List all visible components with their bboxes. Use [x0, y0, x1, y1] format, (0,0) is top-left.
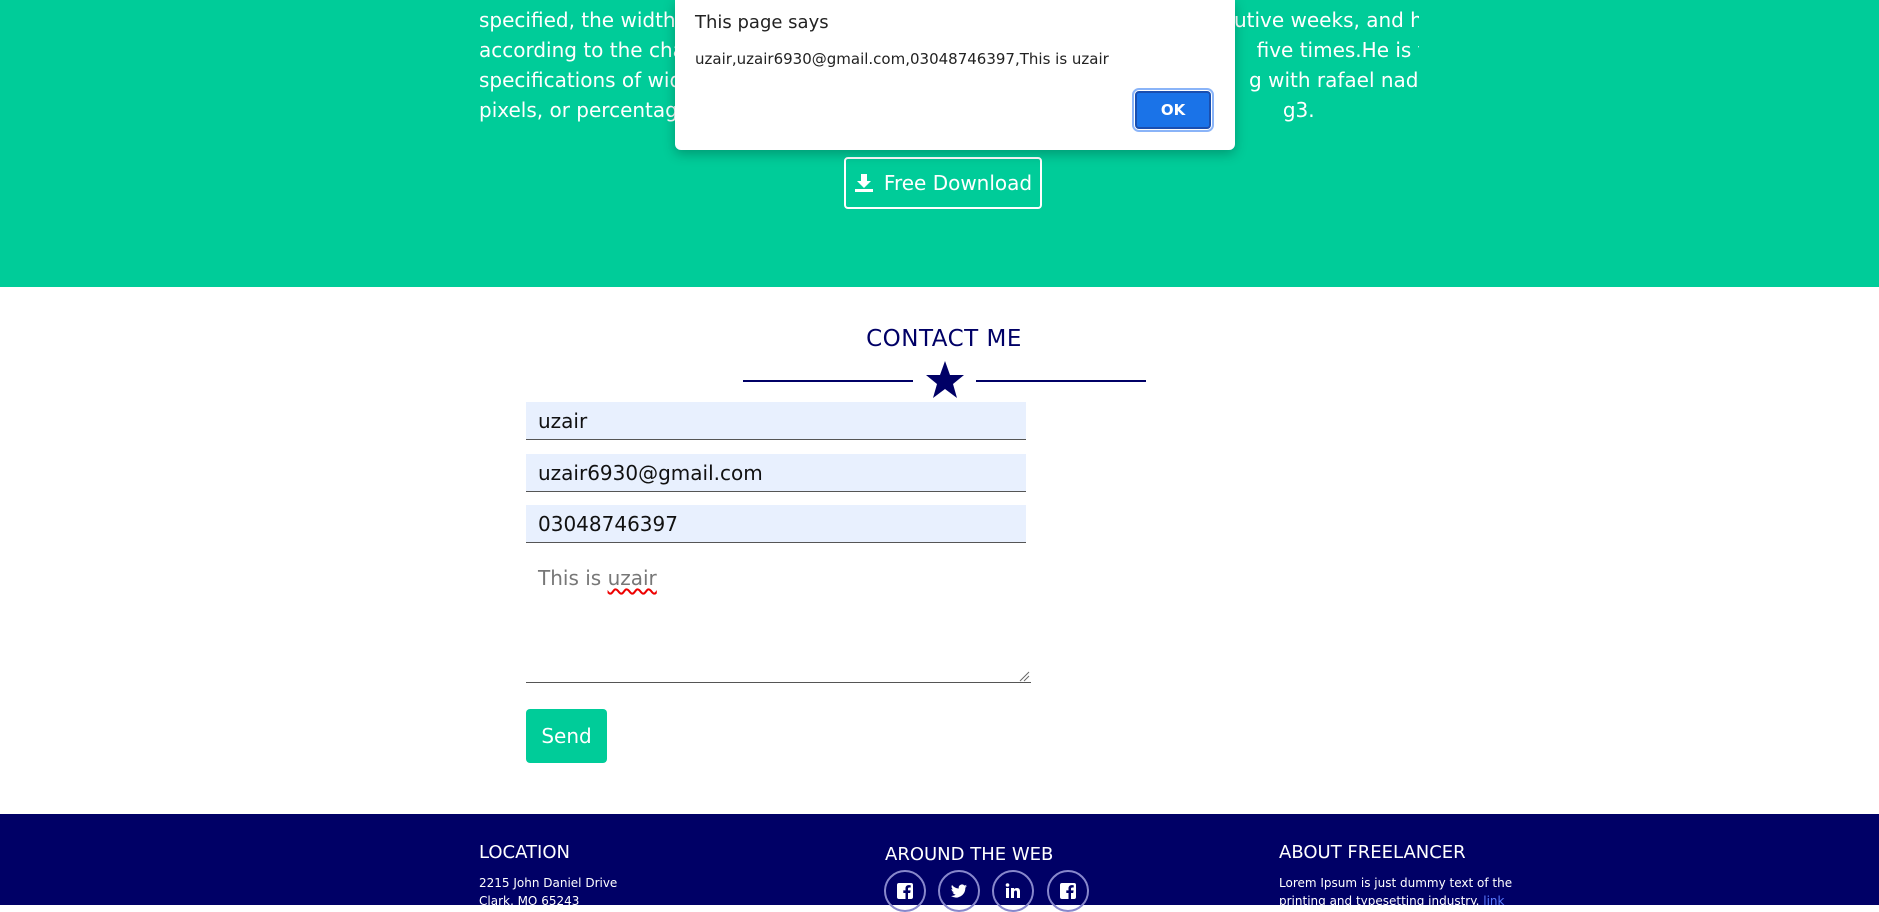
message-textarea[interactable]: This is uzair — [526, 555, 1031, 683]
star-divider — [743, 360, 1147, 402]
free-download-button[interactable]: Free Download — [844, 157, 1042, 209]
name-field[interactable] — [526, 402, 1026, 440]
address-line: Clark, MO 65243 — [479, 894, 580, 908]
ok-button[interactable]: OK — [1132, 88, 1214, 132]
about-title: ABOUT FREELANCER — [1279, 842, 1466, 863]
facebook-link[interactable] — [1047, 870, 1089, 912]
facebook-icon — [1060, 883, 1076, 900]
about-link[interactable]: link — [1483, 894, 1504, 908]
footer: LOCATION 2215 John Daniel Drive Clark, M… — [0, 814, 1879, 912]
star-icon — [926, 361, 964, 398]
about-line: Lorem Ipsum is just dummy text of the — [1279, 876, 1513, 890]
send-button[interactable]: Send — [526, 709, 607, 763]
alert-dialog: This page says uzair,uzair6930@gmail.com… — [675, 0, 1235, 150]
divider-line-left — [743, 380, 913, 382]
about-line: printing and typesetting industry. — [1279, 894, 1480, 908]
twitter-link[interactable] — [938, 870, 980, 912]
divider-line-right — [976, 380, 1146, 382]
contact-title: CONTACT ME — [866, 326, 1022, 352]
message-text: This is — [538, 566, 608, 590]
linkedin-icon — [1005, 883, 1020, 898]
location-title: LOCATION — [479, 842, 570, 863]
resize-grip-icon[interactable] — [1018, 670, 1030, 682]
address-line: 2215 John Daniel Drive — [479, 876, 618, 890]
around-the-web-title: AROUND THE WEB — [885, 844, 1054, 865]
linkedin-link[interactable] — [992, 870, 1034, 912]
dialog-title: This page says — [695, 12, 829, 33]
dialog-message: uzair,uzair6930@gmail.com,03048746397,Th… — [695, 50, 1109, 68]
facebook-icon — [897, 883, 913, 900]
download-icon — [854, 174, 873, 192]
facebook-link[interactable] — [884, 870, 926, 912]
message-misspelled-word: uzair — [607, 566, 657, 590]
phone-field[interactable] — [526, 505, 1026, 543]
download-label: Free Download — [883, 171, 1033, 195]
twitter-icon — [951, 884, 967, 898]
email-field[interactable] — [526, 454, 1026, 492]
